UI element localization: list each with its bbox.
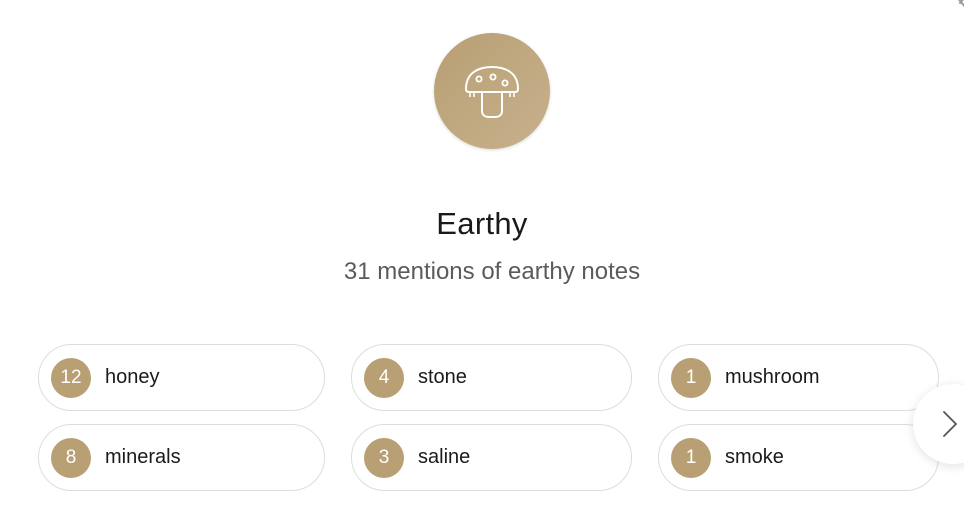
category-title: Earthy xyxy=(436,206,528,241)
note-count-badge: 4 xyxy=(364,357,404,398)
note-count-badge: 3 xyxy=(364,437,404,478)
note-pill-mushroom[interactable]: 1 mushroom xyxy=(658,344,939,411)
note-count-badge: 1 xyxy=(671,437,711,478)
category-subtitle: 31 mentions of earthy notes xyxy=(343,258,641,285)
note-pill-minerals[interactable]: 8 minerals xyxy=(38,424,325,491)
note-count-badge: 12 xyxy=(51,357,91,398)
note-pill-saline[interactable]: 3 saline xyxy=(351,424,632,491)
category-icon-badge xyxy=(434,33,550,149)
chevron-right-icon xyxy=(943,411,957,437)
mushroom-icon xyxy=(465,66,519,118)
note-count-badge: 8 xyxy=(51,437,91,478)
note-count-badge: 1 xyxy=(671,357,711,398)
note-label: minerals xyxy=(105,446,181,468)
note-label: stone xyxy=(418,366,467,388)
note-label: smoke xyxy=(725,446,784,468)
note-label: honey xyxy=(105,366,160,388)
note-label: mushroom xyxy=(725,366,820,388)
note-label: saline xyxy=(418,446,471,468)
note-pill-honey[interactable]: 12 honey xyxy=(38,344,325,411)
earthy-notes-panel: Earthy 31 mentions of earthy notes 12 ho… xyxy=(0,0,964,532)
close-icon[interactable] xyxy=(954,0,964,16)
note-pill-smoke[interactable]: 1 smoke xyxy=(658,424,939,491)
note-pill-stone[interactable]: 4 stone xyxy=(351,344,632,411)
